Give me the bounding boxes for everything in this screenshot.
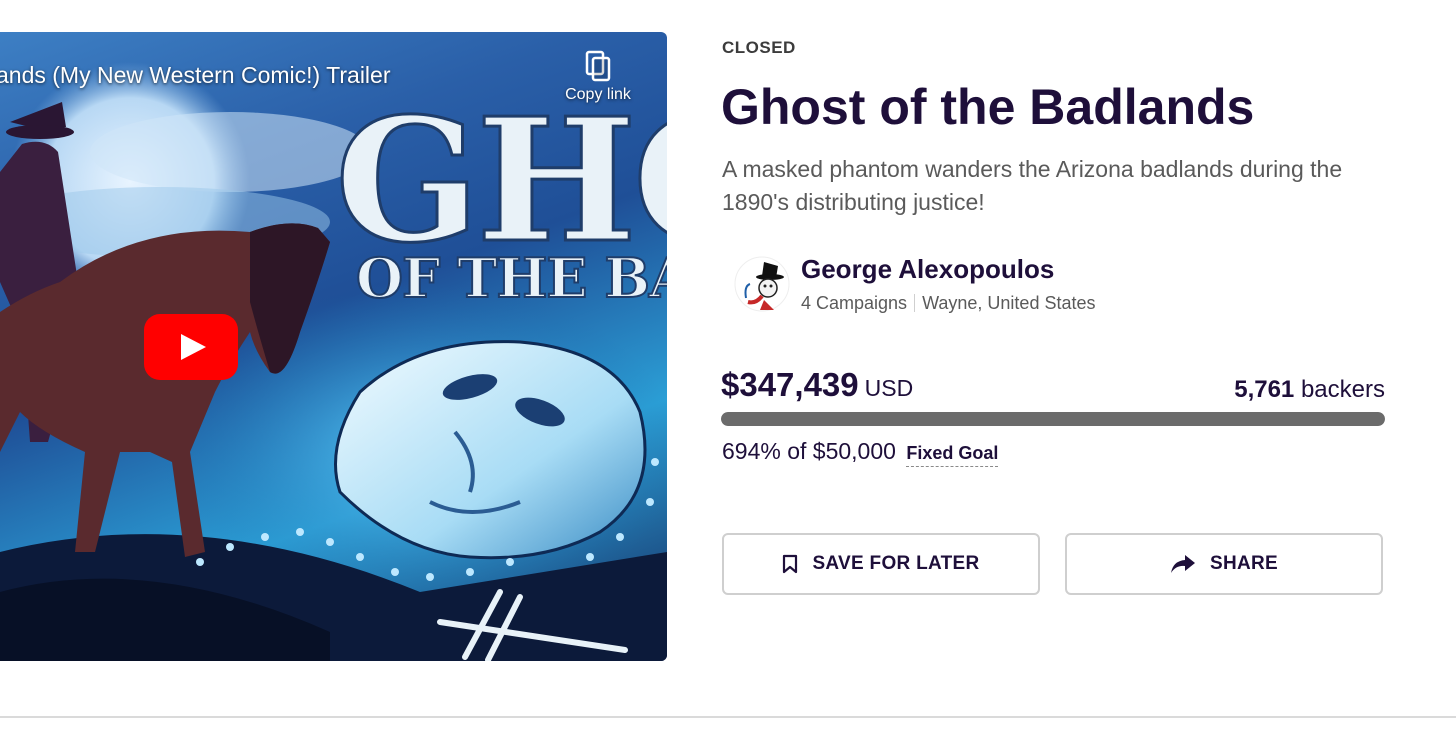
creator-name-link[interactable]: George Alexopoulos <box>801 254 1054 285</box>
section-divider <box>0 716 1456 718</box>
project-blurb: A masked phantom wanders the Arizona bad… <box>722 156 1343 215</box>
creator-meta: 4 Campaigns Wayne, United States <box>801 293 1095 314</box>
video-title[interactable]: ands (My New Western Comic!) Trailer <box>0 62 391 89</box>
copy-icon <box>585 50 611 82</box>
goal-percent: 694% of $50,000 <box>722 438 896 464</box>
share-label: SHARE <box>1209 553 1278 574</box>
bookmark-icon <box>783 554 798 574</box>
video-player[interactable]: GHOST OF THE BADLANDS <box>0 32 667 661</box>
pledged-value: $347,439 <box>721 366 859 403</box>
project-title: Ghost of the Badlands <box>721 79 1255 135</box>
pledged-amount: $347,439 USD <box>721 366 913 404</box>
save-for-later-button[interactable]: SAVE FOR LATER <box>722 533 1040 595</box>
backers-number: 5,761 <box>1234 376 1295 403</box>
share-button[interactable]: SHARE <box>1065 533 1383 595</box>
goal-line: 694% of $50,000 Fixed Goal <box>722 438 999 467</box>
meta-separator <box>914 294 916 312</box>
creator-avatar[interactable] <box>734 256 790 312</box>
copy-link-button[interactable]: Copy link <box>556 50 640 104</box>
youtube-play-icon[interactable] <box>144 314 238 380</box>
creator-campaigns-link[interactable]: 4 Campaigns <box>801 293 907 313</box>
creator-location: Wayne, United States <box>922 293 1096 313</box>
funding-progress-bar <box>721 412 1385 426</box>
project-page: GHOST OF THE BADLANDS <box>0 0 1456 750</box>
cover-subtitle-text: OF THE BADLANDS <box>356 246 667 310</box>
video-thumbnail-art: GHOST OF THE BADLANDS <box>0 62 667 661</box>
goal-type-tooltip[interactable]: Fixed Goal <box>906 443 999 467</box>
project-status-label: CLOSED <box>722 38 796 57</box>
backers-label: backers <box>1300 376 1385 403</box>
pledged-currency: USD <box>864 375 914 401</box>
share-arrow-icon <box>1170 555 1195 573</box>
funding-progress-fill <box>721 412 1385 426</box>
backers-count: 5,761 backers <box>1234 376 1385 404</box>
save-for-later-label: SAVE FOR LATER <box>812 553 980 574</box>
copy-link-label: Copy link <box>565 86 631 103</box>
